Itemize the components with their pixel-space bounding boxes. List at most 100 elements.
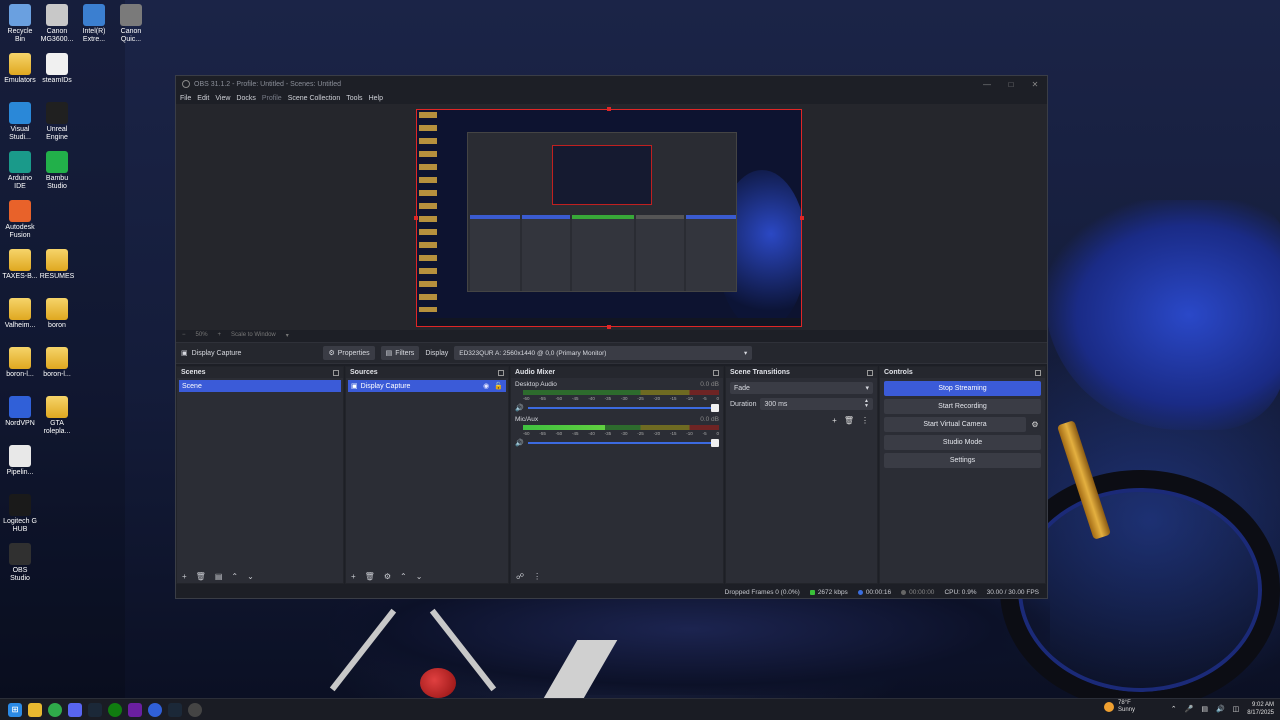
chrome-icon[interactable] bbox=[48, 702, 62, 717]
start-virtual-camera-button[interactable]: Start Virtual Camera bbox=[884, 417, 1026, 432]
steam-icon[interactable] bbox=[168, 702, 182, 717]
desktop-icon[interactable]: NordVPN bbox=[0, 396, 40, 428]
zoom-minus-icon[interactable]: − bbox=[182, 332, 186, 338]
minimize-icon[interactable]: — bbox=[975, 80, 999, 89]
desktop-icon[interactable]: Logitech G HUB bbox=[0, 494, 40, 534]
desktop-icon[interactable]: boron bbox=[37, 298, 77, 330]
speaker-icon[interactable]: 🔊 bbox=[515, 404, 524, 412]
desktop-icon[interactable]: Bambu Studio bbox=[37, 151, 77, 191]
desktop-icon[interactable]: Visual Studi... bbox=[0, 102, 40, 142]
studio-mode-button[interactable]: Studio Mode bbox=[884, 435, 1041, 450]
obs-icon[interactable] bbox=[188, 702, 202, 717]
menu-scene-collection[interactable]: Scene Collection bbox=[288, 95, 341, 102]
menu-profile[interactable]: Profile bbox=[262, 95, 282, 102]
desktop-icon[interactable]: steamIDs bbox=[37, 53, 77, 85]
zoom-plus-icon[interactable]: + bbox=[218, 332, 222, 338]
scale-mode[interactable]: Scale to Window bbox=[231, 332, 276, 338]
desktop-icon[interactable]: Emulators bbox=[0, 53, 40, 85]
resize-handle[interactable] bbox=[800, 216, 804, 220]
desktop-icon[interactable]: Recycle Bin bbox=[0, 4, 40, 44]
steam-icon[interactable] bbox=[88, 702, 102, 717]
undock-icon[interactable] bbox=[713, 369, 719, 376]
resize-handle[interactable] bbox=[607, 107, 611, 111]
menu-file[interactable]: File bbox=[180, 95, 191, 102]
desktop-icon[interactable]: Pipelin... bbox=[0, 445, 40, 477]
menu-help[interactable]: Help bbox=[369, 95, 383, 102]
file-explorer-icon[interactable] bbox=[28, 702, 42, 717]
weather-widget[interactable]: 78°F Sunny bbox=[1104, 700, 1135, 714]
desktop-icon[interactable]: Canon Quic... bbox=[111, 4, 151, 44]
start-recording-button[interactable]: Start Recording bbox=[884, 399, 1041, 414]
filters-button[interactable]: ▤ Filters bbox=[380, 346, 420, 360]
zoom-level[interactable]: 50% bbox=[196, 332, 208, 338]
clock[interactable]: 9:02 AM 8/17/2025 bbox=[1247, 701, 1274, 717]
app-icon[interactable] bbox=[128, 702, 142, 717]
volume-slider-handle[interactable] bbox=[711, 404, 719, 412]
scale-dropdown-icon[interactable]: ▾ bbox=[286, 332, 289, 339]
menu-docks[interactable]: Docks bbox=[236, 95, 255, 102]
title-bar[interactable]: OBS 31.1.2 - Profile: Untitled - Scenes:… bbox=[176, 76, 1047, 92]
preview-canvas[interactable] bbox=[176, 104, 1047, 330]
desktop-icon[interactable]: Canon MG3600... bbox=[37, 4, 77, 44]
move-down-icon[interactable]: ⌄ bbox=[247, 572, 254, 581]
maximize-icon[interactable]: □ bbox=[999, 80, 1023, 89]
move-up-icon[interactable]: ⌃ bbox=[400, 572, 407, 581]
scene-list-item[interactable]: Scene bbox=[179, 380, 341, 392]
nordvpn-icon[interactable] bbox=[148, 702, 162, 717]
menu-tools[interactable]: Tools bbox=[346, 95, 362, 102]
battery-icon[interactable]: ◫ bbox=[1233, 705, 1240, 713]
link-icon[interactable]: ☍ bbox=[516, 572, 524, 581]
volume-slider[interactable] bbox=[527, 404, 719, 412]
undock-icon[interactable] bbox=[498, 369, 504, 376]
desktop-icon[interactable]: boron-l... bbox=[37, 347, 77, 379]
add-icon[interactable]: + bbox=[351, 572, 356, 581]
menu-view[interactable]: View bbox=[215, 95, 230, 102]
spin-arrows-icon[interactable]: ▲ ▼ bbox=[864, 399, 869, 409]
desktop-icon[interactable]: Valheim... bbox=[0, 298, 40, 330]
trash-icon[interactable]: 🗑 bbox=[844, 416, 854, 425]
xbox-icon[interactable] bbox=[108, 702, 122, 717]
desktop-icon[interactable]: GTA rolepla... bbox=[37, 396, 77, 436]
volume-slider-handle[interactable] bbox=[711, 439, 719, 447]
obs-window[interactable]: OBS 31.1.2 - Profile: Untitled - Scenes:… bbox=[175, 75, 1048, 599]
move-up-icon[interactable]: ⌃ bbox=[231, 572, 238, 581]
display-select[interactable]: ED323QUR A: 2560x1440 @ 0,0 (Primary Mon… bbox=[454, 346, 753, 360]
preview-source-frame[interactable] bbox=[416, 109, 802, 327]
desktop-icon[interactable]: Arduino IDE bbox=[0, 151, 40, 191]
undock-icon[interactable] bbox=[867, 369, 873, 376]
undock-icon[interactable] bbox=[333, 369, 339, 376]
more-menu-icon[interactable]: ⋮ bbox=[861, 416, 869, 425]
desktop-icon[interactable]: Autodesk Fusion bbox=[0, 200, 40, 240]
stop-streaming-button[interactable]: Stop Streaming bbox=[884, 381, 1041, 396]
source-list-item[interactable]: ▣ Display Capture ◉ 🔓 bbox=[348, 380, 506, 392]
resize-handle[interactable] bbox=[607, 325, 611, 329]
gear-icon[interactable]: ⚙ bbox=[1029, 417, 1041, 432]
menu-edit[interactable]: Edit bbox=[197, 95, 209, 102]
volume-icon[interactable]: 🔊 bbox=[1216, 705, 1225, 713]
duration-spinbox[interactable]: 300 ms ▲ ▼ bbox=[760, 398, 873, 410]
speaker-icon[interactable]: 🔊 bbox=[515, 439, 524, 447]
trash-icon[interactable]: 🗑 bbox=[196, 572, 206, 581]
gear-icon[interactable]: ⚙ bbox=[384, 572, 391, 581]
desktop-icon[interactable]: RESUMES bbox=[37, 249, 77, 281]
resize-handle[interactable] bbox=[414, 216, 418, 220]
transition-select[interactable]: Fade ▾ bbox=[730, 382, 873, 394]
desktop-icon[interactable]: OBS Studio bbox=[0, 543, 40, 583]
desktop-icon[interactable]: Unreal Engine bbox=[37, 102, 77, 142]
desktop-icon[interactable]: Intel(R) Extre... bbox=[74, 4, 114, 44]
visibility-eye-icon[interactable]: ◉ bbox=[483, 382, 489, 390]
volume-slider[interactable] bbox=[527, 439, 719, 447]
close-icon[interactable]: ✕ bbox=[1023, 80, 1047, 89]
move-down-icon[interactable]: ⌄ bbox=[416, 572, 423, 581]
add-icon[interactable]: + bbox=[182, 572, 187, 581]
settings-button[interactable]: Settings bbox=[884, 453, 1041, 468]
scene-filter-icon[interactable]: ▤ bbox=[215, 572, 223, 581]
lock-icon[interactable]: 🔓 bbox=[494, 382, 503, 390]
add-icon[interactable]: + bbox=[832, 416, 837, 425]
properties-button[interactable]: ⚙ Properties bbox=[323, 346, 375, 360]
chevron-up-icon[interactable]: ⌃ bbox=[1171, 705, 1177, 713]
windows-start-icon[interactable]: ⊞ bbox=[8, 702, 22, 717]
trash-icon[interactable]: 🗑 bbox=[365, 572, 375, 581]
discord-icon[interactable] bbox=[68, 702, 82, 717]
desktop-icon[interactable]: boron-l... bbox=[0, 347, 40, 379]
